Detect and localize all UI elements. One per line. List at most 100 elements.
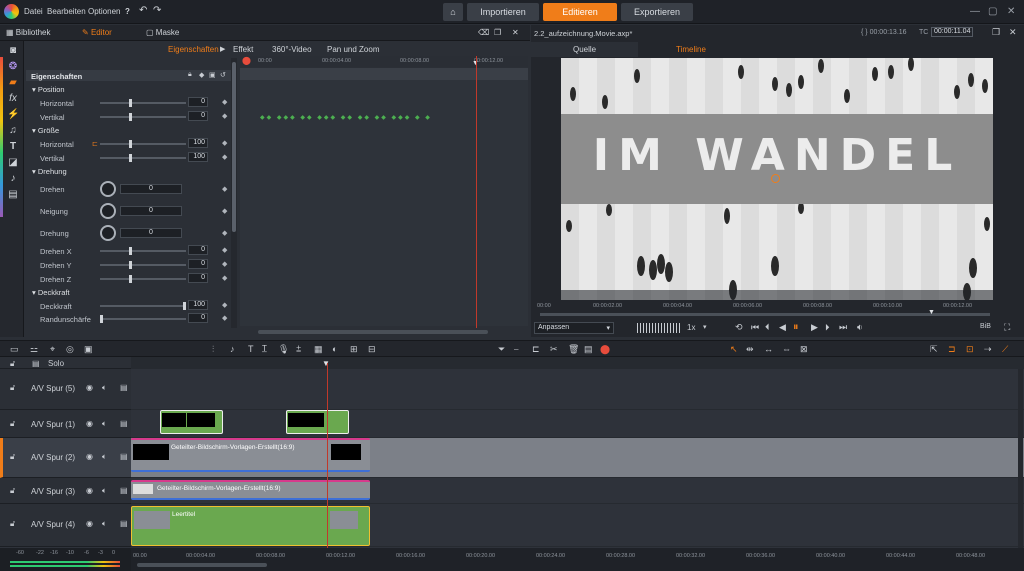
undo-icon[interactable]: ↶	[139, 5, 147, 16]
fit-select[interactable]: Anpassen ▾	[534, 322, 614, 334]
scroll-thumb[interactable]	[232, 62, 236, 232]
eye-icon[interactable]: ◉	[86, 419, 93, 428]
solo-label[interactable]: Solo	[48, 359, 64, 368]
playhead-handle-icon[interactable]: ▼	[322, 359, 330, 368]
link-audio-icon[interactable]: ⇢	[984, 344, 992, 355]
track-header[interactable]: 🔓︎ A/V Spur (1) ◉ 🔈︎ ▤	[0, 410, 131, 438]
kf-hscroll[interactable]	[258, 330, 488, 334]
input-rotate-y[interactable]: 0	[188, 259, 208, 269]
film-icon[interactable]: ▤	[120, 452, 128, 461]
solo-icon[interactable]: ▤	[32, 359, 40, 368]
slider-edge-sharpness[interactable]	[100, 315, 186, 323]
menu-options[interactable]: Optionen	[88, 7, 120, 16]
pip-toggle[interactable]: BiB	[980, 323, 991, 330]
slider-pos-vertical[interactable]	[100, 113, 186, 121]
ripple-icon[interactable]: ⊏	[532, 344, 540, 355]
group-rotation[interactable]: ▾ Drehung	[32, 167, 67, 176]
slider-knob[interactable]	[129, 154, 132, 162]
track-name[interactable]: A/V Spur (2)	[31, 453, 75, 462]
title-icon[interactable]: T	[7, 141, 19, 153]
track-name[interactable]: A/V Spur (5)	[31, 384, 75, 393]
eye-icon[interactable]: ◉	[86, 519, 93, 528]
lock-icon[interactable]: 🔓︎	[10, 419, 15, 429]
folder-icon[interactable]: ▰	[7, 77, 19, 89]
keyframe-diamond-icon[interactable]: ◆	[222, 139, 227, 147]
track-options-icon[interactable]: ⚍	[30, 344, 38, 355]
tab-library[interactable]: ▦ Bibliothek	[6, 28, 50, 37]
properties-scrollbar[interactable]	[231, 58, 237, 328]
detach-icon[interactable]: ❐	[992, 27, 1000, 38]
eye-icon[interactable]: ◉	[86, 452, 93, 461]
close-icon[interactable]: ✕	[1007, 6, 1015, 17]
track-name[interactable]: A/V Spur (1)	[31, 420, 75, 429]
marker-icon[interactable]: ⬤	[242, 56, 251, 65]
group-opacity[interactable]: ▾ Deckkraft	[32, 288, 70, 297]
grid-icon[interactable]: ▦	[314, 344, 323, 355]
slider-rotate-y[interactable]	[100, 261, 186, 269]
group-size[interactable]: ▾ Größe	[32, 126, 59, 135]
sync-icon[interactable]: ⊡	[966, 344, 974, 355]
keyframe-area[interactable]: ◆◆ ◆◆◆ ◆◆ ◆◆◆ ◆◆ ◆◆ ◆◆ ◆◆◆ ◆ ◆	[240, 56, 528, 334]
tab-effect[interactable]: Effekt	[233, 45, 253, 54]
slider-knob[interactable]	[129, 247, 132, 255]
tab-mask[interactable]: ▢ Maske	[146, 28, 179, 37]
input-tilt[interactable]: 0	[120, 206, 182, 216]
tab-360-video[interactable]: 360°-Video	[272, 45, 312, 54]
eye-icon[interactable]: ◉	[86, 486, 93, 495]
track-header[interactable]: 🔓︎ A/V Spur (5) ◉ 🔈︎ ▤	[0, 369, 131, 410]
keyframe-diamond-icon[interactable]: ◆	[222, 98, 227, 106]
audio-icon[interactable]: ♪	[7, 173, 19, 185]
text-tool-icon[interactable]: T	[248, 344, 254, 354]
slider-opacity[interactable]	[100, 302, 186, 310]
slider-knob[interactable]	[129, 99, 132, 107]
input-rotate[interactable]: 0	[120, 184, 182, 194]
skip-end-icon[interactable]: ⏭	[839, 322, 847, 333]
audio-mixer-icon[interactable]: ⫶	[212, 344, 214, 355]
volume-icon[interactable]: 🔉︎	[857, 322, 863, 333]
marker-tool-icon[interactable]: ⏷	[498, 344, 505, 355]
film-icon[interactable]: ▤	[7, 189, 19, 201]
keyframe-diamond-icon[interactable]: ◆	[222, 301, 227, 309]
help-icon[interactable]: ?	[125, 7, 130, 16]
effects-icon[interactable]: ❂	[7, 61, 19, 73]
keyframe-diamond-icon[interactable]: ◆	[222, 185, 227, 193]
track-row[interactable]: Geteilter-Bildschirm-Vorlagen-Erstellt(1…	[131, 478, 1024, 504]
split-icon[interactable]: ⩲	[296, 344, 301, 355]
stretch-icon[interactable]: ⊠	[800, 344, 808, 355]
lock-icon[interactable]: 🔓︎	[10, 359, 15, 369]
tab-source[interactable]: Quelle	[531, 42, 638, 57]
lock-icon[interactable]: 🔒︎	[188, 71, 192, 79]
timeline-clip[interactable]	[160, 410, 223, 434]
film-icon[interactable]: ▤	[120, 419, 128, 428]
group-position[interactable]: ▾ Position	[32, 85, 65, 94]
input-pos-vertical[interactable]: 0	[188, 111, 208, 121]
razor-icon[interactable]: ⎯	[514, 344, 519, 355]
speaker-icon[interactable]: 🔈︎	[102, 519, 107, 529]
lock-icon[interactable]: 🔓︎	[10, 519, 15, 529]
input-size-horizontal[interactable]: 100	[188, 138, 208, 148]
speaker-icon[interactable]: 🔈︎	[102, 383, 107, 393]
keyframe-diamond-icon[interactable]: ◆	[222, 207, 227, 215]
effect-tool-icon[interactable]: ⊞	[350, 344, 358, 355]
slip-icon[interactable]: ↔	[764, 344, 773, 354]
scrub-bar[interactable]: ▼	[540, 309, 990, 316]
reset-icon[interactable]: ↺	[220, 71, 226, 79]
keyframe-diamond-icon[interactable]: ◆	[222, 229, 227, 237]
timeline-ruler[interactable]: -60 -22 -16 -10 -6 -3 0 00.00 00:00:04.0…	[0, 548, 1024, 571]
settings-icon[interactable]: ◎	[66, 344, 74, 355]
track-name[interactable]: A/V Spur (3)	[31, 487, 75, 496]
tab-editor[interactable]: ✎ Editor	[82, 28, 112, 37]
pointer-icon[interactable]: ↖	[730, 344, 738, 355]
home-button[interactable]: ⌂	[443, 3, 463, 21]
input-rotate-x[interactable]: 0	[188, 245, 208, 255]
film-icon[interactable]: ▤	[120, 383, 128, 392]
image-icon[interactable]: ▣	[209, 71, 216, 79]
input-rotate-z[interactable]: 0	[188, 273, 208, 283]
export-button[interactable]: Exportieren	[621, 3, 693, 21]
film-icon[interactable]: ▤	[120, 486, 128, 495]
keyframe-diamond-icon[interactable]: ◆	[222, 112, 227, 120]
skip-start-icon[interactable]: ⏮	[751, 322, 759, 333]
music-icon[interactable]: ♫	[7, 125, 19, 137]
play-small-icon[interactable]: ▶	[220, 45, 225, 53]
pan-icon[interactable]: ⊟	[368, 344, 376, 355]
